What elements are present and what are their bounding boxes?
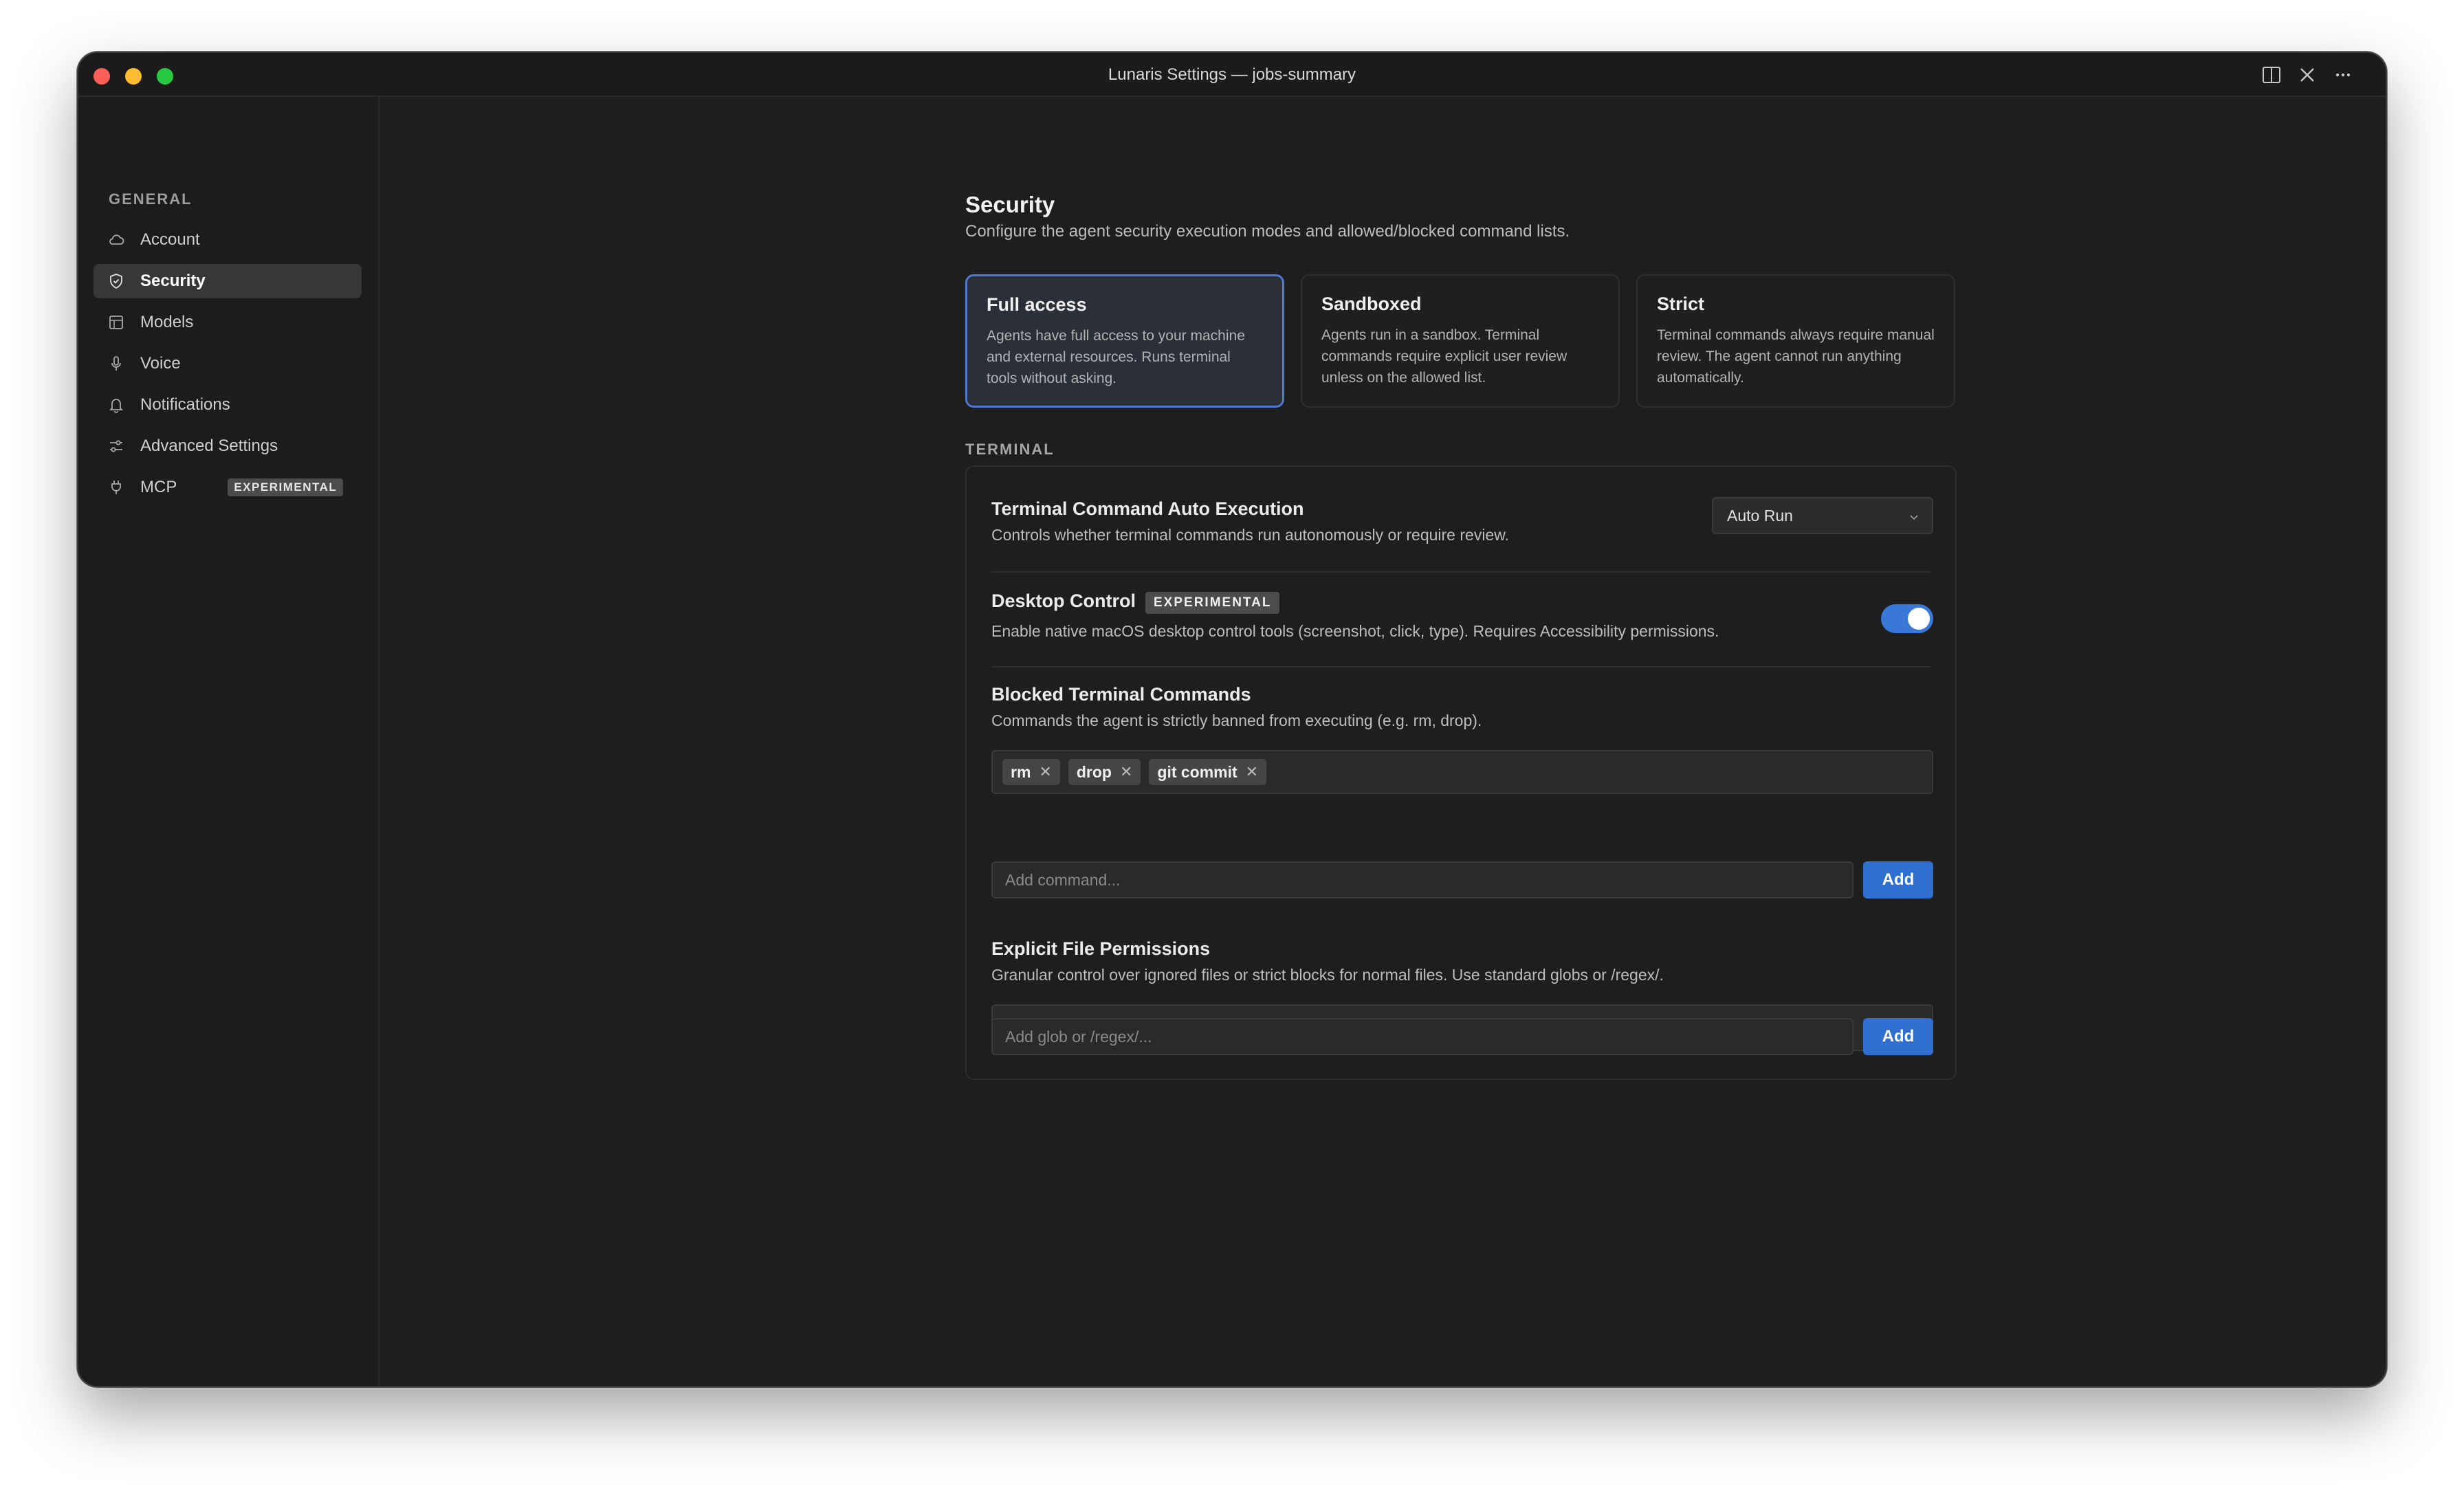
blocked-commands-description: Commands the agent is strictly banned fr… <box>991 712 1482 729</box>
terminal-section-label: TERMINAL <box>965 441 1055 458</box>
command-chip: rm ✕ <box>1002 759 1060 785</box>
sidebar-item-label: Security <box>140 272 206 290</box>
title-bar: Lunaris Settings — jobs-summary <box>78 53 2386 97</box>
settings-window: Lunaris Settings — jobs-summary GENERAL … <box>77 52 2387 1387</box>
add-glob-input[interactable] <box>991 1018 1854 1055</box>
sidebar-item-mcp[interactable]: MCP EXPERIMENTAL <box>94 470 362 505</box>
remove-chip-icon[interactable]: ✕ <box>1120 763 1132 781</box>
window-title: Lunaris Settings — jobs-summary <box>1108 65 1356 84</box>
mode-title: Sandboxed <box>1321 294 1422 314</box>
sidebar-item-label: MCP <box>140 478 177 496</box>
sidebar-item-label: Advanced Settings <box>140 437 278 455</box>
sliders-icon <box>110 440 122 452</box>
more-options-icon[interactable] <box>2332 64 2354 86</box>
chip-label: git commit <box>1157 762 1238 781</box>
microphone-icon <box>111 356 121 371</box>
divider <box>991 571 1930 573</box>
mode-description: Agents have full access to your machine … <box>987 328 1245 386</box>
auto-execution-description: Controls whether terminal commands run a… <box>991 526 1509 544</box>
command-chip: git commit ✕ <box>1149 759 1267 785</box>
plug-icon <box>111 481 121 494</box>
sidebar-item-notifications[interactable]: Notifications <box>94 388 362 422</box>
add-glob-button[interactable]: Add <box>1863 1018 1933 1055</box>
sidebar-item-advanced-settings[interactable]: Advanced Settings <box>94 429 362 463</box>
mode-title: Full access <box>987 294 1087 315</box>
close-icon[interactable] <box>2296 64 2318 86</box>
sidebar-item-models[interactable]: Models <box>94 305 362 340</box>
toggle-knob <box>1908 608 1930 630</box>
sidebar-item-security[interactable]: Security <box>94 264 362 298</box>
desktop-control-description: Enable native macOS desktop control tool… <box>991 622 1719 640</box>
desktop-control-toggle[interactable] <box>1881 604 1933 633</box>
sidebar-item-label: Models <box>140 313 194 331</box>
add-command-input[interactable] <box>991 861 1854 898</box>
chevron-down-icon <box>1910 515 1918 520</box>
chip-label: drop <box>1076 762 1112 781</box>
auto-execution-select[interactable]: Auto Run <box>1712 497 1933 534</box>
mode-description: Terminal commands always require manual … <box>1657 327 1935 386</box>
sidebar-item-account[interactable]: Account <box>94 223 362 257</box>
blocked-commands-list: rm ✕ drop ✕ git commit ✕ <box>991 750 1933 794</box>
mode-description: Agents run in a sandbox. Terminal comman… <box>1321 327 1568 386</box>
desktop-control-title: Desktop Control <box>991 591 1136 611</box>
command-chip: drop ✕ <box>1068 759 1141 785</box>
auto-execution-title: Terminal Command Auto Execution <box>991 498 1304 519</box>
page-description: Configure the agent security execution m… <box>965 222 1570 241</box>
sidebar-item-label: Account <box>140 230 200 249</box>
models-icon <box>109 316 123 329</box>
sidebar-item-label: Voice <box>140 354 181 373</box>
chip-label: rm <box>1011 762 1031 781</box>
split-view-icon[interactable] <box>2260 64 2282 86</box>
experimental-badge: EXPERIMENTAL <box>1145 592 1280 614</box>
auto-execution-value: Auto Run <box>1727 506 1793 525</box>
sidebar-heading: GENERAL <box>109 190 192 208</box>
page-title: Security <box>965 192 1055 217</box>
terminal-settings-panel: Terminal Command Auto Execution Controls… <box>965 465 1957 1080</box>
shield-icon <box>110 274 122 289</box>
bell-icon <box>109 399 124 413</box>
sidebar-item-voice[interactable]: Voice <box>94 346 362 381</box>
remove-chip-icon[interactable]: ✕ <box>1039 763 1051 781</box>
main-content: Security Configure the agent security ex… <box>380 97 2386 1386</box>
file-permissions-title: Explicit File Permissions <box>991 938 1211 959</box>
experimental-badge: EXPERIMENTAL <box>228 478 344 496</box>
sidebar: GENERAL Account Security Models Voice No… <box>78 97 380 1386</box>
add-command-button[interactable]: Add <box>1863 861 1933 898</box>
divider <box>991 666 1930 668</box>
mode-card-strict[interactable]: Strict Terminal commands always require … <box>1636 274 1955 408</box>
mode-card-full-access[interactable]: Full access Agents have full access to y… <box>965 274 1284 408</box>
mode-card-sandboxed[interactable]: Sandboxed Agents run in a sandbox. Termi… <box>1301 274 1620 408</box>
blocked-commands-title: Blocked Terminal Commands <box>991 684 1251 705</box>
file-permissions-description: Granular control over ignored files or s… <box>991 966 1664 984</box>
sidebar-item-label: Notifications <box>140 395 230 414</box>
mode-title: Strict <box>1657 294 1705 314</box>
remove-chip-icon[interactable]: ✕ <box>1246 763 1258 781</box>
cloud-icon <box>109 234 124 245</box>
